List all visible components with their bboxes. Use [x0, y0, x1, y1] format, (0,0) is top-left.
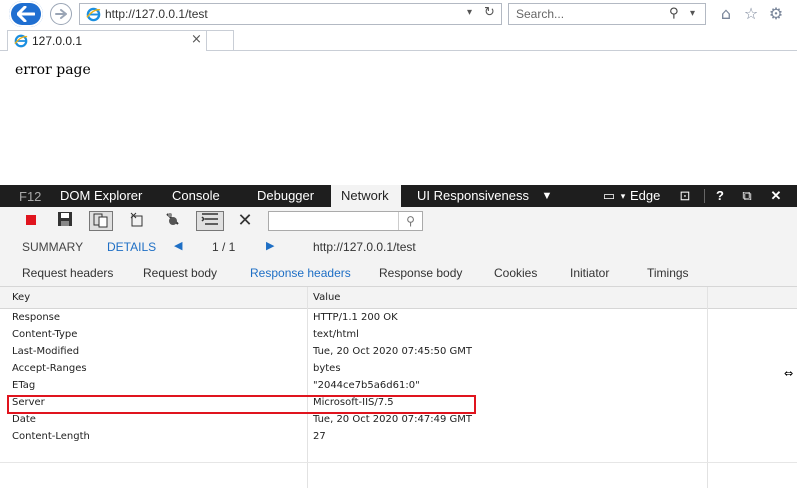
address-bar[interactable]: http://127.0.0.1/test ▾ ↻ — [79, 3, 502, 25]
more-tools-icon[interactable]: ▼ — [538, 185, 556, 207]
tab-dom-explorer[interactable]: DOM Explorer — [50, 185, 152, 207]
ie-logo-icon — [14, 34, 28, 48]
tab-title: 127.0.0.1 — [32, 34, 83, 48]
search-box[interactable]: Search... ⚲ ▾ — [508, 3, 706, 25]
ie-logo-icon — [86, 7, 101, 22]
prev-request-icon[interactable]: ◀ — [174, 239, 182, 252]
details-tab[interactable]: DETAILS — [107, 240, 156, 254]
browser-tab[interactable]: 127.0.0.1 × — [7, 30, 207, 52]
table-row[interactable]: Content-Length 27 — [0, 429, 797, 446]
header-key: Accept-Ranges — [12, 363, 87, 374]
browser-navbar: http://127.0.0.1/test ▾ ↻ Search... ⚲ ▾ … — [0, 0, 797, 28]
resize-cursor-icon: ⇔ — [784, 367, 794, 380]
home-icon[interactable]: ⌂ — [716, 4, 736, 24]
subtab-response-headers[interactable]: Response headers — [250, 266, 351, 280]
f12-label: F12 — [19, 189, 42, 204]
page-content: error page — [0, 51, 797, 185]
copy-icon — [93, 213, 108, 228]
address-url: http://127.0.0.1/test — [105, 7, 208, 21]
subtab-request-headers[interactable]: Request headers — [22, 266, 113, 280]
header-key: Content-Length — [12, 431, 90, 442]
header-value: Tue, 20 Oct 2020 07:47:49 GMT — [313, 414, 473, 425]
header-key: Last-Modified — [12, 346, 80, 357]
clear-session-icon[interactable]: ✕ — [234, 211, 256, 231]
clear-entries-on-navigate-icon[interactable] — [126, 211, 148, 231]
toolbar-divider — [704, 189, 705, 203]
header-value: "2044ce7b5a6d61:0" — [313, 380, 420, 391]
tab-console[interactable]: Console — [162, 185, 230, 207]
tab-network[interactable]: Network — [331, 185, 401, 207]
filter-list-toggle[interactable] — [196, 211, 224, 231]
help-icon[interactable]: ? — [712, 185, 728, 207]
subtab-timings[interactable]: Timings — [647, 266, 689, 280]
tab-debugger[interactable]: Debugger — [247, 185, 324, 207]
row-divider — [0, 462, 797, 463]
response-headers-table: Key Value Response HTTP/1.1 200 OK Conte… — [0, 287, 797, 488]
arrow-left-icon — [17, 6, 35, 22]
subtab-initiator[interactable]: Initiator — [570, 266, 609, 280]
header-key: Date — [12, 414, 36, 425]
arrow-right-icon — [55, 9, 67, 19]
table-header: Key Value — [0, 287, 797, 309]
tab-ui-responsiveness[interactable]: UI Responsiveness — [407, 185, 539, 207]
table-row[interactable]: Accept-Ranges bytes — [0, 361, 797, 378]
subtab-response-body[interactable]: Response body — [379, 266, 462, 280]
table-row[interactable]: Response HTTP/1.1 200 OK — [0, 310, 797, 327]
header-value: HTTP/1.1 200 OK — [313, 312, 398, 323]
column-header-value[interactable]: Value — [313, 292, 340, 303]
new-tab-button[interactable] — [207, 30, 234, 52]
subtab-cookies[interactable]: Cookies — [494, 266, 537, 280]
favorites-star-icon[interactable]: ☆ — [741, 4, 761, 24]
console-prompt-icon[interactable]: ⊡ — [676, 185, 694, 207]
table-row[interactable]: Date Tue, 20 Oct 2020 07:47:49 GMT — [0, 412, 797, 429]
header-key: ETag — [12, 380, 36, 391]
network-toolbar: ✕ ⚲ — [0, 207, 797, 235]
table-row[interactable]: Last-Modified Tue, 20 Oct 2020 07:45:50 … — [0, 344, 797, 361]
network-filter-input[interactable]: ⚲ — [268, 211, 423, 231]
save-icon[interactable] — [54, 211, 76, 231]
request-pager: 1 / 1 — [212, 240, 236, 254]
search-icon[interactable]: ⚲ — [669, 6, 679, 21]
back-button[interactable] — [9, 1, 43, 27]
header-key: Response — [12, 312, 61, 323]
subtab-request-body[interactable]: Request body — [143, 266, 217, 280]
always-refresh-toggle[interactable] — [89, 211, 113, 231]
table-row[interactable]: Content-Type text/html — [0, 327, 797, 344]
close-icon[interactable]: ✕ — [766, 185, 786, 207]
summary-tab[interactable]: SUMMARY — [22, 240, 83, 254]
column-header-key[interactable]: Key — [12, 292, 30, 303]
summary-details-bar: SUMMARY DETAILS ◀ 1 / 1 ▶ http://127.0.0… — [0, 235, 797, 261]
undock-icon[interactable]: ⧉ — [738, 185, 756, 207]
stop-recording-button[interactable] — [20, 211, 42, 231]
next-request-icon[interactable]: ▶ — [266, 239, 274, 252]
forward-button[interactable] — [50, 3, 72, 25]
details-subtabs: Request headers Request body Response he… — [0, 261, 797, 287]
header-value: bytes — [313, 363, 341, 374]
emulation-mode-label[interactable]: Edge — [620, 185, 670, 207]
server-row-highlight — [7, 395, 476, 414]
header-value: 27 — [313, 431, 326, 442]
gear-icon[interactable]: ⚙ — [766, 4, 786, 24]
page-body-text: error page — [15, 62, 91, 78]
clear-cache-icon[interactable] — [162, 211, 184, 231]
header-value: Tue, 20 Oct 2020 07:45:50 GMT — [313, 346, 473, 357]
list-icon — [201, 213, 218, 225]
header-key: Content-Type — [12, 329, 78, 340]
stop-icon — [26, 215, 36, 225]
monitor-icon[interactable]: ▭ — [598, 185, 620, 207]
refresh-icon[interactable]: ↻ — [484, 5, 495, 20]
chevron-down-icon[interactable]: ▾ — [467, 7, 472, 18]
devtools-tabbar: F12 DOM Explorer Console Debugger Networ… — [0, 185, 797, 207]
search-icon: ⚲ — [398, 212, 422, 230]
header-value: text/html — [313, 329, 359, 340]
table-row[interactable]: ETag "2044ce7b5a6d61:0" — [0, 378, 797, 395]
chevron-down-icon[interactable]: ▾ — [690, 8, 695, 19]
request-url: http://127.0.0.1/test — [313, 240, 416, 254]
search-placeholder: Search... — [516, 7, 565, 21]
close-tab-icon[interactable]: × — [191, 32, 202, 47]
tab-strip: 127.0.0.1 × — [0, 28, 797, 52]
